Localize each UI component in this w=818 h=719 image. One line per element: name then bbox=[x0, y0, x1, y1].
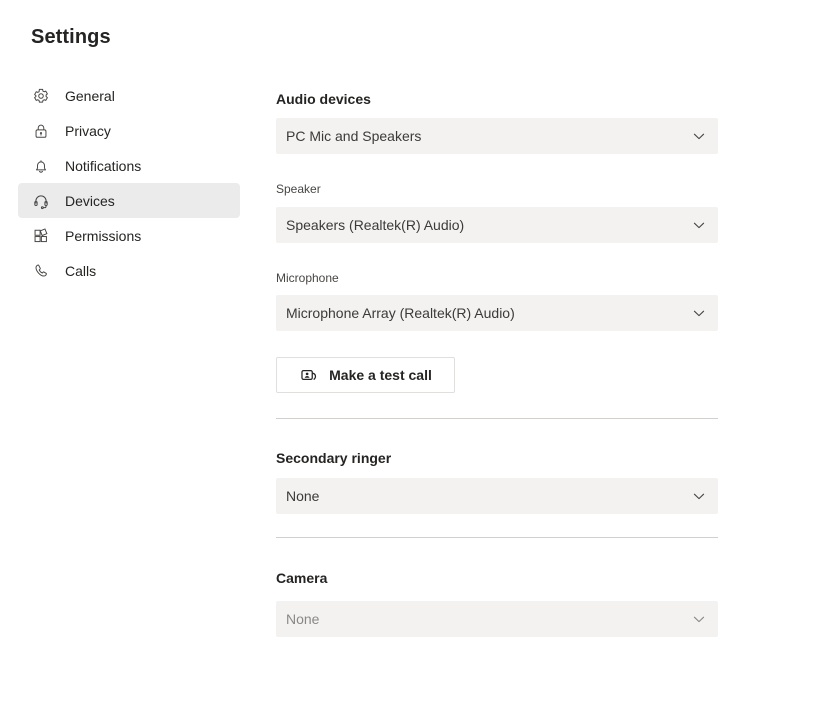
sidebar-item-label: General bbox=[65, 87, 115, 104]
secondary-ringer-heading: Secondary ringer bbox=[276, 450, 392, 466]
app-grid-icon bbox=[31, 226, 51, 246]
audio-devices-dropdown[interactable]: PC Mic and Speakers bbox=[276, 118, 718, 154]
microphone-label: Microphone bbox=[276, 271, 339, 285]
audio-devices-value: PC Mic and Speakers bbox=[286, 128, 422, 144]
headset-icon bbox=[31, 191, 51, 211]
chevron-down-icon bbox=[691, 488, 707, 504]
sidebar-item-label: Devices bbox=[65, 192, 115, 209]
sidebar-item-general[interactable]: General bbox=[18, 78, 240, 113]
sidebar-item-label: Permissions bbox=[65, 227, 142, 244]
page-title: Settings bbox=[31, 26, 111, 48]
camera-heading: Camera bbox=[276, 570, 328, 586]
speaker-dropdown[interactable]: Speakers (Realtek(R) Audio) bbox=[276, 207, 718, 243]
chevron-down-icon bbox=[691, 305, 707, 321]
chevron-down-icon bbox=[691, 611, 707, 627]
camera-value: None bbox=[286, 611, 320, 627]
meet-now-icon bbox=[299, 365, 319, 385]
speaker-value: Speakers (Realtek(R) Audio) bbox=[286, 217, 465, 233]
bell-icon bbox=[31, 156, 51, 176]
chevron-down-icon bbox=[691, 128, 707, 144]
sidebar-item-calls[interactable]: Calls bbox=[18, 253, 240, 288]
make-test-call-label: Make a test call bbox=[329, 366, 432, 383]
make-test-call-button[interactable]: Make a test call bbox=[276, 357, 455, 393]
settings-sidebar: General Privacy Notifications Devices Pe… bbox=[0, 78, 258, 288]
chevron-down-icon bbox=[691, 217, 707, 233]
section-divider bbox=[276, 537, 718, 538]
sidebar-item-label: Privacy bbox=[65, 122, 111, 139]
microphone-dropdown[interactable]: Microphone Array (Realtek(R) Audio) bbox=[276, 295, 718, 331]
lock-icon bbox=[31, 121, 51, 141]
speaker-label: Speaker bbox=[276, 182, 321, 196]
gear-icon bbox=[31, 86, 51, 106]
sidebar-item-notifications[interactable]: Notifications bbox=[18, 148, 240, 183]
microphone-value: Microphone Array (Realtek(R) Audio) bbox=[286, 305, 515, 321]
camera-dropdown[interactable]: None bbox=[276, 601, 718, 637]
audio-devices-heading: Audio devices bbox=[276, 91, 371, 107]
sidebar-item-label: Notifications bbox=[65, 157, 142, 174]
sidebar-item-label: Calls bbox=[65, 262, 97, 279]
sidebar-item-devices[interactable]: Devices bbox=[18, 183, 240, 218]
sidebar-item-privacy[interactable]: Privacy bbox=[18, 113, 240, 148]
sidebar-item-permissions[interactable]: Permissions bbox=[18, 218, 240, 253]
phone-icon bbox=[31, 261, 51, 281]
secondary-ringer-value: None bbox=[286, 488, 320, 504]
secondary-ringer-dropdown[interactable]: None bbox=[276, 478, 718, 514]
section-divider bbox=[276, 418, 718, 419]
